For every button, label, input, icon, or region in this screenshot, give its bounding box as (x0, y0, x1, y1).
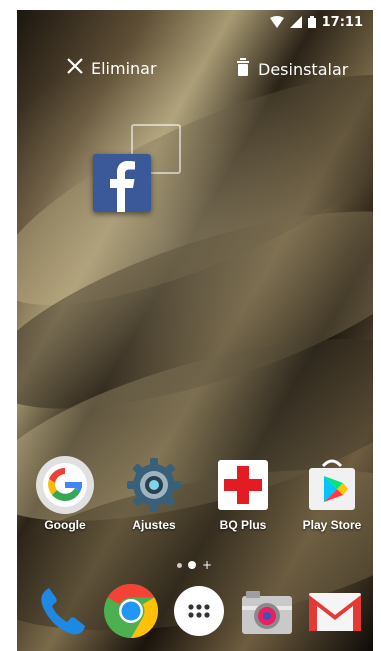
phone-icon (34, 588, 92, 644)
app-bq-plus[interactable]: BQ Plus (200, 454, 286, 532)
signal-icon (289, 16, 302, 28)
app-label: Play Store (302, 518, 362, 532)
wifi-icon (269, 16, 284, 28)
app-play-store[interactable]: Play Store (289, 454, 373, 532)
uninstall-label: Desinstalar (258, 59, 349, 79)
dock-chrome[interactable] (102, 582, 160, 640)
drop-target-bar: Eliminar Desinstalar (17, 58, 373, 82)
page-indicator[interactable]: + (177, 559, 212, 571)
camera-icon (238, 591, 296, 644)
google-icon (34, 454, 96, 516)
trash-icon (236, 58, 250, 80)
home-screen: 17:11 Eliminar Desinstalar Google Ajuste… (17, 10, 373, 651)
close-icon (67, 58, 83, 78)
uninstall-drop-target[interactable]: Desinstalar (236, 58, 348, 80)
plus-icon[interactable]: + (202, 559, 212, 571)
chrome-icon (102, 584, 160, 644)
app-drawer-icon (170, 586, 228, 644)
bq-plus-icon (212, 454, 274, 516)
status-time: 17:11 (321, 14, 363, 30)
app-label: Google (44, 518, 86, 532)
facebook-icon (93, 161, 151, 216)
app-label: Ajustes (132, 518, 176, 532)
battery-icon (307, 16, 316, 28)
page-dot[interactable] (177, 562, 182, 568)
status-bar: 17:11 (17, 10, 373, 34)
app-label: BQ Plus (219, 518, 267, 532)
dock-app-drawer[interactable] (170, 582, 228, 640)
play-store-icon (301, 454, 363, 516)
dock-camera[interactable] (238, 582, 296, 640)
settings-icon (123, 454, 185, 516)
gmail-icon (306, 593, 364, 644)
dock (17, 582, 373, 648)
remove-drop-target[interactable]: Eliminar (67, 58, 157, 78)
home-app-row: Google Ajustes BQ Plus Play Store (17, 454, 373, 554)
app-google[interactable]: Google (22, 454, 108, 532)
dragged-facebook-app[interactable] (93, 154, 151, 212)
page-dot-active[interactable] (188, 561, 196, 569)
dock-gmail[interactable] (306, 582, 364, 640)
dock-phone[interactable] (34, 582, 92, 640)
remove-label: Eliminar (91, 58, 157, 78)
app-settings[interactable]: Ajustes (111, 454, 197, 532)
